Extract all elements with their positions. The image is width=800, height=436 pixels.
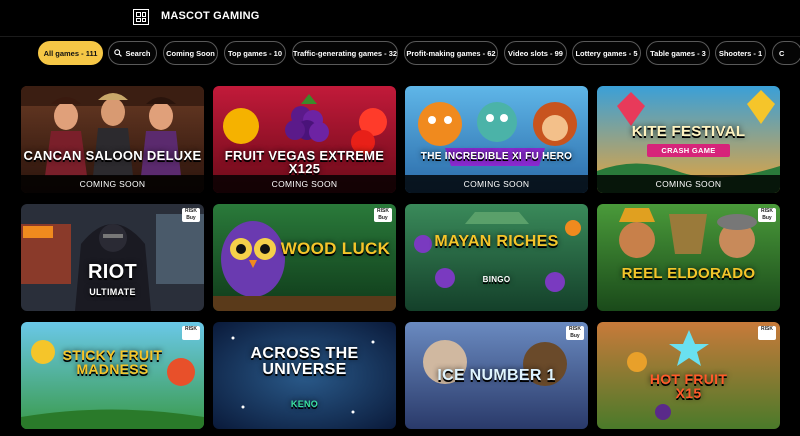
game-card-across-the-universe[interactable]: ACROSS THE UNIVERSE KENO [213, 322, 396, 429]
game-card-wood-luck[interactable]: RISK Buy WOOD LUCK [213, 204, 396, 311]
filter-chip-all-games[interactable]: All games - 111 [38, 41, 103, 65]
game-subtitle: ULTIMATE [89, 287, 136, 297]
game-subtitle: KENO [290, 399, 319, 409]
game-card-mayan-riches-bingo[interactable]: MAYAN RICHES BINGO [405, 204, 588, 311]
game-title: ACROSS THE UNIVERSE [250, 345, 359, 378]
game-card-kite-festival[interactable]: KITE FESTIVAL CRASH GAME COMING SOON [597, 86, 780, 193]
mayan-riches-artwork [405, 204, 588, 311]
risk-badge: RISK [182, 326, 200, 340]
filter-chip-table-games[interactable]: Table games - 3 [646, 41, 710, 65]
filter-chip-traffic-generating[interactable]: Traffic-generating games - 32 [292, 41, 398, 65]
mascot-logo-icon[interactable] [133, 9, 149, 25]
game-card-fruit-vegas-extreme[interactable]: FRUIT VEGAS EXTREME X125 COMING SOON [213, 86, 396, 193]
game-subtitle: BINGO [482, 275, 511, 284]
game-title: CANCAN SALOON DELUXE [23, 148, 202, 163]
game-title: THE INCREDIBLE XI FU HERO [420, 151, 573, 162]
filter-chip-more[interactable]: C [772, 41, 800, 65]
coming-soon-label: COMING SOON [213, 175, 396, 193]
game-title: KITE FESTIVAL [631, 123, 746, 140]
game-title: RIOT [88, 261, 137, 283]
game-card-sticky-fruit-madness[interactable]: RISK STICKY FRUIT MADNESS [21, 322, 204, 429]
coming-soon-label: COMING SOON [405, 175, 588, 193]
filter-chip-lottery-games[interactable]: Lottery games - 5 [572, 41, 641, 65]
game-subtitle: CRASH GAME [647, 144, 730, 157]
risk-buy-badge: RISK Buy [182, 208, 200, 222]
site-header: MASCOT GAMING [0, 0, 800, 37]
risk-buy-badge: RISK Buy [758, 208, 776, 222]
filter-chip-video-slots[interactable]: Video slots - 99 [504, 41, 567, 65]
risk-buy-badge: RISK Buy [566, 326, 584, 340]
search-button[interactable]: Search [108, 41, 157, 65]
reel-eldorado-artwork [597, 204, 780, 311]
game-title: WOOD LUCK [280, 239, 391, 258]
game-card-reel-eldorado[interactable]: RISK Buy REEL ELDORADO [597, 204, 780, 311]
game-title: ICE NUMBER 1 [437, 367, 556, 384]
risk-badge: RISK [758, 326, 776, 340]
brand-name[interactable]: MASCOT GAMING [161, 10, 260, 22]
game-title: HOT FRUIT X15 [649, 371, 728, 401]
filter-chip-profit-making[interactable]: Profit-making games - 62 [404, 41, 498, 65]
risk-buy-badge: RISK Buy [374, 208, 392, 222]
search-label: Search [125, 48, 151, 58]
game-title: STICKY FRUIT MADNESS [62, 347, 163, 377]
game-card-riot-ultimate[interactable]: RISK Buy RIOT ULTIMATE [21, 204, 204, 311]
filter-chip-shooters[interactable]: Shooters - 1 [715, 41, 766, 65]
game-card-ice-number-1[interactable]: RISK Buy ICE NUMBER 1 [405, 322, 588, 429]
game-card-cancan-saloon-deluxe[interactable]: CANCAN SALOON DELUXE COMING SOON [21, 86, 204, 193]
coming-soon-label: COMING SOON [597, 175, 780, 193]
coming-soon-label: COMING SOON [21, 175, 204, 193]
filter-chip-coming-soon[interactable]: Coming Soon [163, 41, 218, 65]
game-title: MAYAN RICHES [434, 233, 559, 250]
game-title: REEL ELDORADO [621, 265, 756, 282]
game-title: FRUIT VEGAS EXTREME X125 [224, 148, 385, 176]
search-icon [114, 49, 123, 57]
filter-chip-top-games[interactable]: Top games - 10 [224, 41, 286, 65]
game-card-hot-fruit-x15[interactable]: RISK HOT FRUIT X15 [597, 322, 780, 429]
filter-bar: All games - 111 Search Coming Soon Top g… [0, 41, 800, 67]
game-card-incredible-xi-fu-hero[interactable]: THE INCREDIBLE XI FU HERO COMING SOON [405, 86, 588, 193]
